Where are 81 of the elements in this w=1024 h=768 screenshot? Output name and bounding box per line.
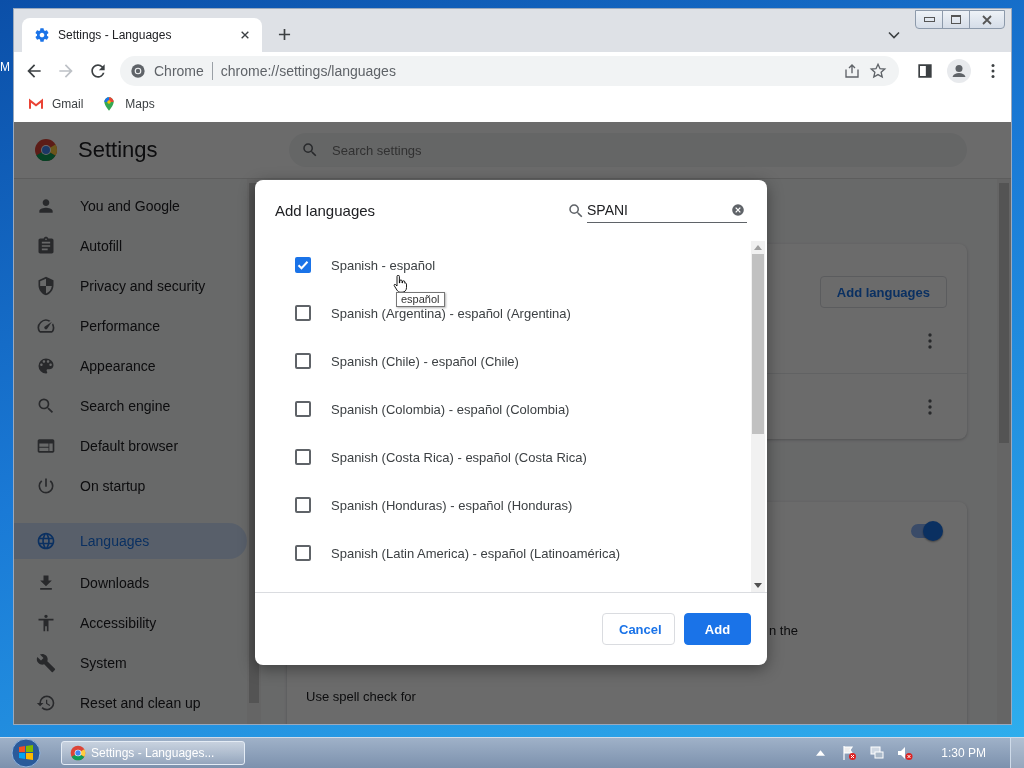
browser-window-icon [36,436,56,456]
page-title: Settings [78,137,158,163]
language-label[interactable]: Spanish (Honduras) - español (Honduras) [331,497,573,513]
checkbox[interactable] [295,305,311,321]
close-icon[interactable] [240,30,250,40]
add-button[interactable]: Add [684,613,751,645]
scrollbar[interactable] [751,241,765,592]
gauge-icon [36,316,56,336]
sidebar-item[interactable]: You and Google [14,186,247,226]
add-languages-button[interactable]: Add languages [819,276,947,308]
checkbox[interactable] [295,449,311,465]
language-label[interactable]: Spanish (Costa Rica) - español (Costa Rica) [331,449,587,465]
accessibility-icon [36,613,56,633]
history-icon [36,693,56,713]
profile-button[interactable] [947,59,971,83]
clock: 1:30 PM [941,746,986,760]
language-label[interactable]: Spanish (Chile) - español (Chile) [331,353,519,369]
browser-tab[interactable]: Settings - Languages [22,18,262,52]
more-options-icon[interactable] [928,332,932,349]
clipboard-icon [36,236,56,256]
side-panel-icon[interactable] [915,61,935,81]
sidebar-item[interactable]: Reset and clean up [14,683,247,723]
language-label[interactable]: Spanish (Argentina) - español (Argentina) [331,305,571,321]
close-icon [981,14,993,25]
bookmark[interactable]: Maps [101,96,155,112]
shield-icon [36,276,56,296]
language-label[interactable]: Spanish (Latin America) - español (Latinoamérica) [331,545,621,561]
palette-icon [36,356,56,376]
sidebar-item[interactable]: Search engine [14,386,247,426]
checkbox[interactable] [295,257,311,273]
url-text: chrome://settings/languages [220,63,396,79]
language-label[interactable]: Spanish - español [331,257,436,273]
tooltip: español [396,292,445,307]
site-label: Chrome [154,63,204,79]
more-options-icon[interactable] [928,398,932,415]
sidebar-item[interactable]: Autofill [14,226,247,266]
share-icon[interactable] [843,62,861,80]
checkbox[interactable] [295,401,311,417]
desktop-icon-label: M [0,60,10,74]
scrollbar[interactable] [997,179,1011,724]
star-icon[interactable] [869,62,887,80]
sidebar-item[interactable]: Appearance [14,346,247,386]
dialog-title: Add languages [275,202,376,219]
scroll-down-icon[interactable] [754,583,762,588]
sidebar-item[interactable]: Downloads [14,563,247,603]
wrench-icon [36,653,56,673]
sidebar-item[interactable]: Default browser [14,426,247,466]
taskbar-button[interactable]: Settings - Languages... [61,741,245,765]
hand-pointer-icon [393,275,407,293]
globe-icon [36,531,56,551]
checkbox[interactable] [295,545,311,561]
search-icon [36,396,56,416]
reload-button[interactable] [88,61,108,81]
mail-icon [28,96,44,112]
clear-button[interactable] [731,203,745,217]
sidebar-item[interactable]: On startup [14,466,247,506]
toggle-switch[interactable] [911,524,941,538]
tab-title: Settings - Languages [58,28,173,42]
setting-label: Use spell check for [306,689,416,704]
address-bar[interactable]: Chrome chrome://settings/languages [120,56,899,86]
new-tab-button[interactable] [278,28,291,41]
sidebar-item[interactable]: System [14,643,247,683]
cancel-button[interactable]: Cancel [602,613,675,645]
sidebar-item[interactable]: Performance [14,306,247,346]
description-text: n the [769,623,798,638]
scrollbar-thumb[interactable] [752,254,764,434]
show-hidden-icons-button[interactable] [816,750,826,756]
start-button[interactable] [11,738,41,768]
language-label[interactable]: Spanish (Colombia) - español (Colombia) [331,401,570,417]
power-icon [36,476,56,496]
sidebar-item[interactable]: Accessibility [14,603,247,643]
checkbox[interactable] [295,353,311,369]
sidebar-item[interactable]: Languages [14,523,247,559]
speaker-muted-icon[interactable] [897,745,914,761]
bookmark[interactable]: Gmail [28,96,84,112]
search-icon [301,141,319,159]
search-icon [567,201,585,220]
sidebar-item[interactable]: Privacy and security [14,266,247,306]
flag-icon[interactable] [841,745,858,761]
gear-icon [34,27,50,43]
checkbox[interactable] [295,497,311,513]
